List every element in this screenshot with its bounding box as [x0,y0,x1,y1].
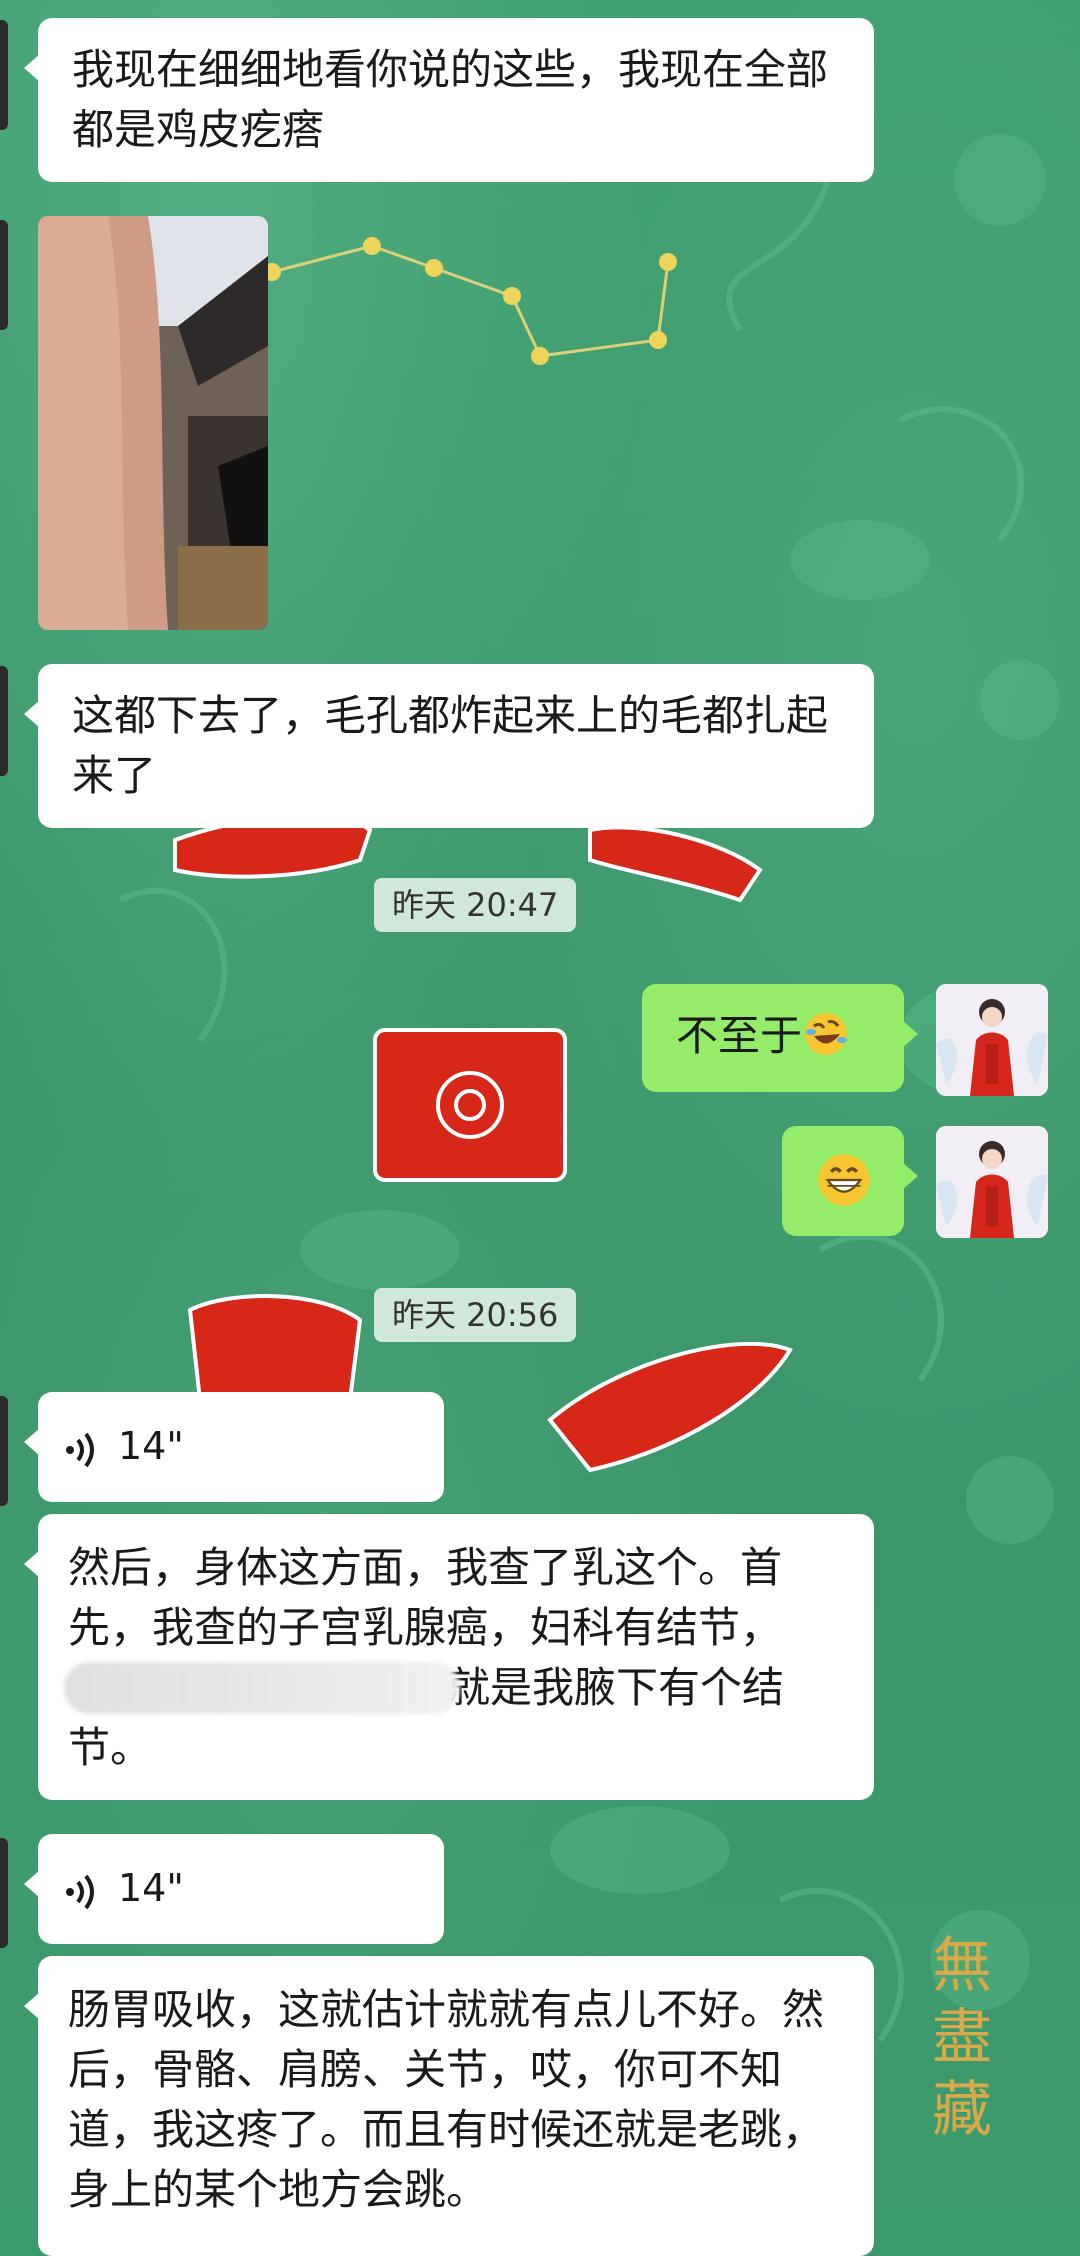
message-timestamp: 昨天 20:47 [374,878,577,932]
arm-photo-image [38,216,268,630]
voice-wave-icon [66,1432,94,1468]
voice-message-bubble[interactable]: 14" [24,1392,444,1502]
message-text: 然后，身体这方面，我查了乳这个。首先，我查的子宫乳腺癌，妇科有结节， [68,1543,783,1652]
incoming-message-bubble[interactable]: 这都下去了，毛孔都炸起来上的毛都扎起来了 [24,664,874,828]
incoming-message-bubble[interactable]: 肠胃吸收，这就估计就就有点儿不好。然后，骨骼、肩膀、关节，哎，你可不知道，我这疼… [24,1956,874,2256]
my-avatar[interactable] [936,1126,1048,1238]
rolling-laughing-emoji-icon [805,1013,848,1055]
message-timestamp: 昨天 20:56 [374,1288,577,1342]
voice-duration: 14" [118,1866,184,1910]
voice-duration: 14" [118,1424,184,1468]
incoming-message-bubble[interactable]: 然后，身体这方面，我查了乳这个。首先，我查的子宫乳腺癌，妇科有结节， 就是我腋下… [24,1514,874,1800]
grinning-face-emoji-icon [818,1154,870,1206]
avatar-image [936,1126,1048,1238]
image-message-photo[interactable] [38,216,268,630]
sender-avatar-edge[interactable] [0,1396,8,1506]
my-avatar[interactable] [936,984,1048,1096]
incoming-message-bubble[interactable]: 我现在细细地看你说的这些，我现在全部都是鸡皮疙瘩 [24,18,874,182]
avatar-image [936,984,1048,1096]
sender-avatar-edge[interactable] [0,1838,8,1948]
background-seal-text: 無盡藏 [932,1931,992,2145]
redacted-text-blur [64,1662,460,1714]
message-text: 我现在细细地看你说的这些，我现在全部都是鸡皮疙瘩 [72,45,829,154]
message-text: 不至于 [676,1011,803,1060]
sender-avatar-edge[interactable] [0,20,8,130]
outgoing-message-bubble[interactable]: 不至于 [642,984,918,1092]
sender-avatar-edge[interactable] [0,220,8,330]
voice-wave-icon [66,1874,94,1910]
sender-avatar-edge[interactable] [0,666,8,776]
message-text: 肠胃吸收，这就估计就就有点儿不好。然后，骨骼、肩膀、关节，哎，你可不知道，我这疼… [68,1985,825,2214]
voice-message-bubble[interactable]: 14" [24,1834,444,1944]
outgoing-message-bubble[interactable] [782,1126,918,1236]
message-text: 这都下去了，毛孔都炸起来上的毛都扎起来了 [72,691,829,800]
